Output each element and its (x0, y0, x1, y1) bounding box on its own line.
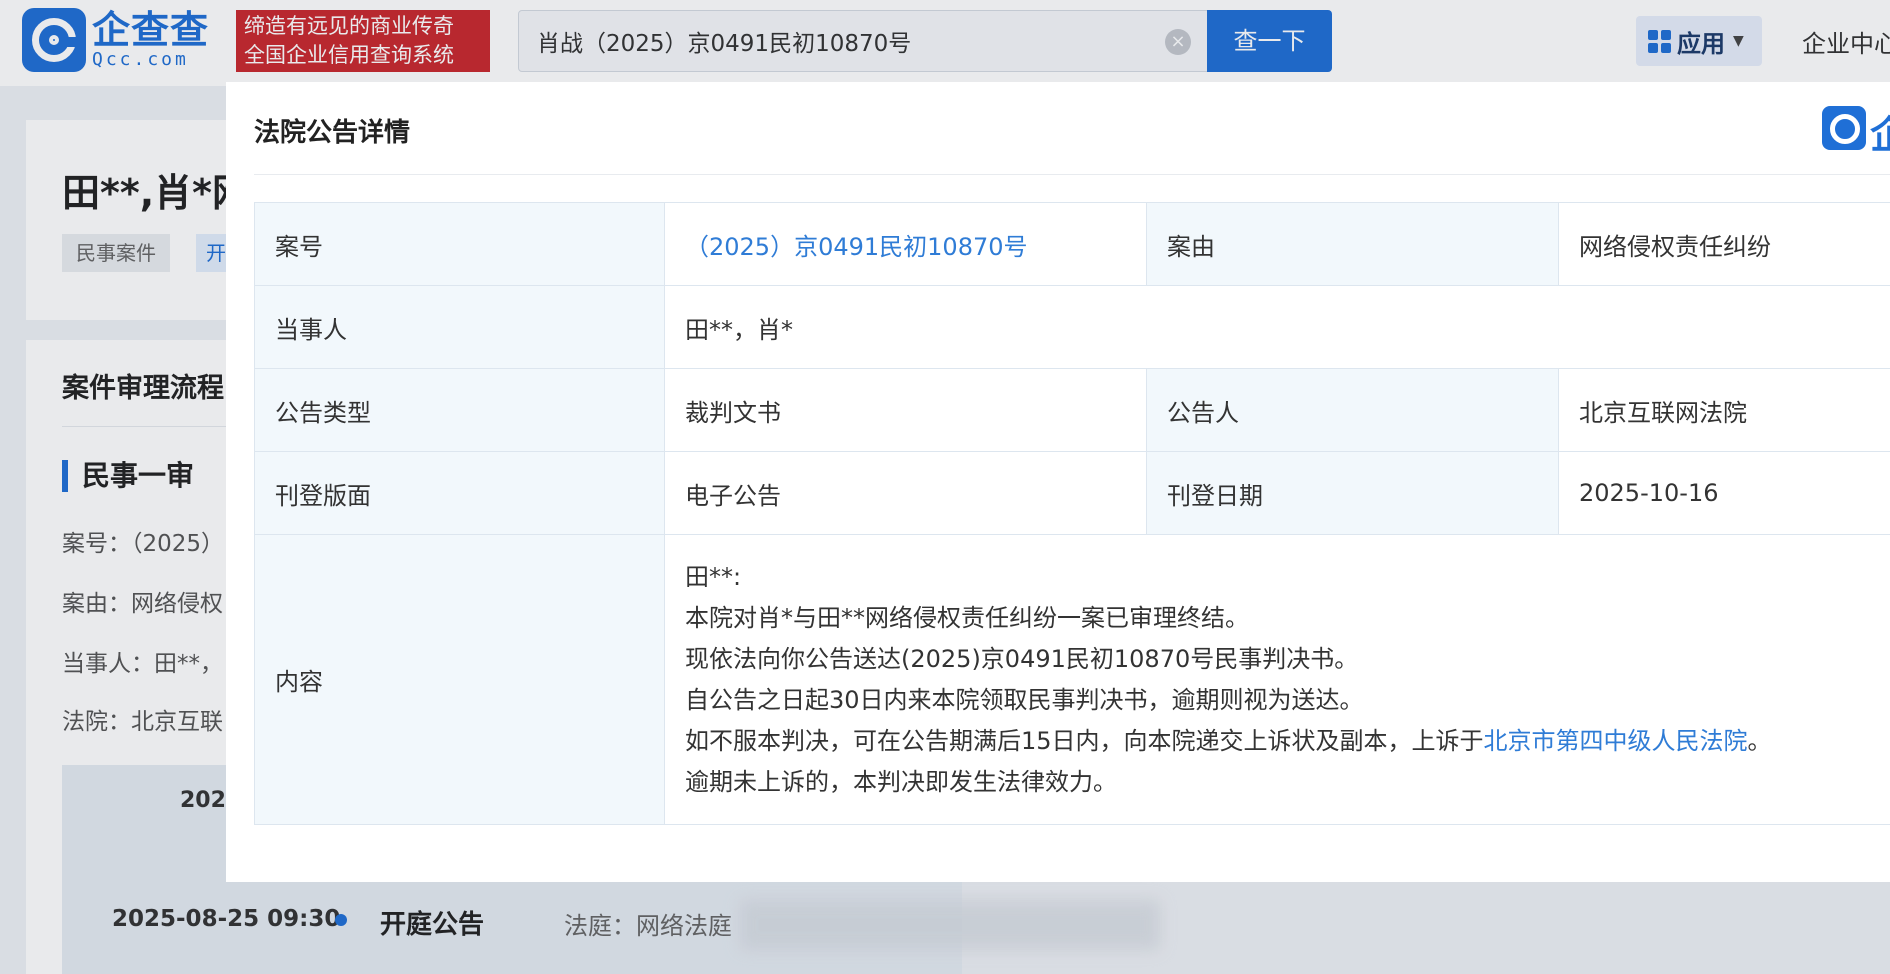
party-value: 田**，肖* (664, 285, 1890, 369)
cause-label: 案由 (1146, 202, 1559, 286)
case-no-link[interactable]: （2025）京0491民初10870号 (685, 233, 1028, 261)
section-label: 刊登版面 (254, 451, 665, 535)
table-row: 当事人 田**，肖* (254, 285, 1890, 369)
notice-detail-table: 案号 （2025）京0491民初10870号 案由 网络侵权责任纠纷 当事人 田… (254, 202, 1890, 825)
content-value: 田**: 本院对肖*与田**网络侵权责任纠纷一案已审理终结。 现依法向你公告送达… (664, 534, 1890, 825)
table-row: 案号 （2025）京0491民初10870号 案由 网络侵权责任纠纷 (254, 202, 1890, 286)
table-row: 公告类型 裁判文书 公告人 北京互联网法院 (254, 368, 1890, 452)
modal-divider (254, 174, 1890, 175)
type-value: 裁判文书 (664, 368, 1147, 452)
case-no-label: 案号 (254, 202, 665, 286)
modal-logo-text: 企 (1870, 113, 1890, 157)
court-notice-modal: 法院公告详情 企 案号 （2025）京0491民初10870号 案由 网络侵权责… (226, 82, 1890, 882)
cause-value: 网络侵权责任纠纷 (1558, 202, 1890, 286)
content-line: 现依法向你公告送达(2025)京0491民初10870号民事判决书。 (685, 644, 1359, 673)
party-label: 当事人 (254, 285, 665, 369)
case-no-value[interactable]: （2025）京0491民初10870号 (664, 202, 1147, 286)
modal-title: 法院公告详情 (254, 118, 411, 148)
type-label: 公告类型 (254, 368, 665, 452)
content-line: 田**: (685, 562, 742, 591)
appeal-text: 如不服本判决，可在公告期满后15日内，向本院递交上诉状及副本，上诉于 (685, 726, 1484, 755)
appeal-court-link[interactable]: 北京市第四中级人民法院 (1484, 727, 1748, 755)
table-row: 刊登版面 电子公告 刊登日期 2025-10-16 (254, 451, 1890, 535)
section-value: 电子公告 (664, 451, 1147, 535)
content-line: 如不服本判决，可在公告期满后15日内，向本院递交上诉状及副本，上诉于北京市第四中… (685, 721, 1890, 762)
table-row: 内容 田**: 本院对肖*与田**网络侵权责任纠纷一案已审理终结。 现依法向你公… (254, 534, 1890, 825)
announcer-value: 北京互联网法院 (1558, 368, 1890, 452)
content-line: 逾期未上诉的，本判决即发生法律效力。 (685, 767, 1117, 796)
content-line: 本院对肖*与田**网络侵权责任纠纷一案已审理终结。 (685, 603, 1249, 632)
content-line: 自公告之日起30日内来本院领取民事判决书，逾期则视为送达。 (685, 685, 1364, 714)
logo-icon (1822, 106, 1866, 150)
date-label: 刊登日期 (1146, 451, 1559, 535)
date-value: 2025-10-16 (1558, 451, 1890, 535)
announcer-label: 公告人 (1146, 368, 1559, 452)
content-label: 内容 (254, 534, 665, 825)
period: 。 (1747, 726, 1772, 755)
